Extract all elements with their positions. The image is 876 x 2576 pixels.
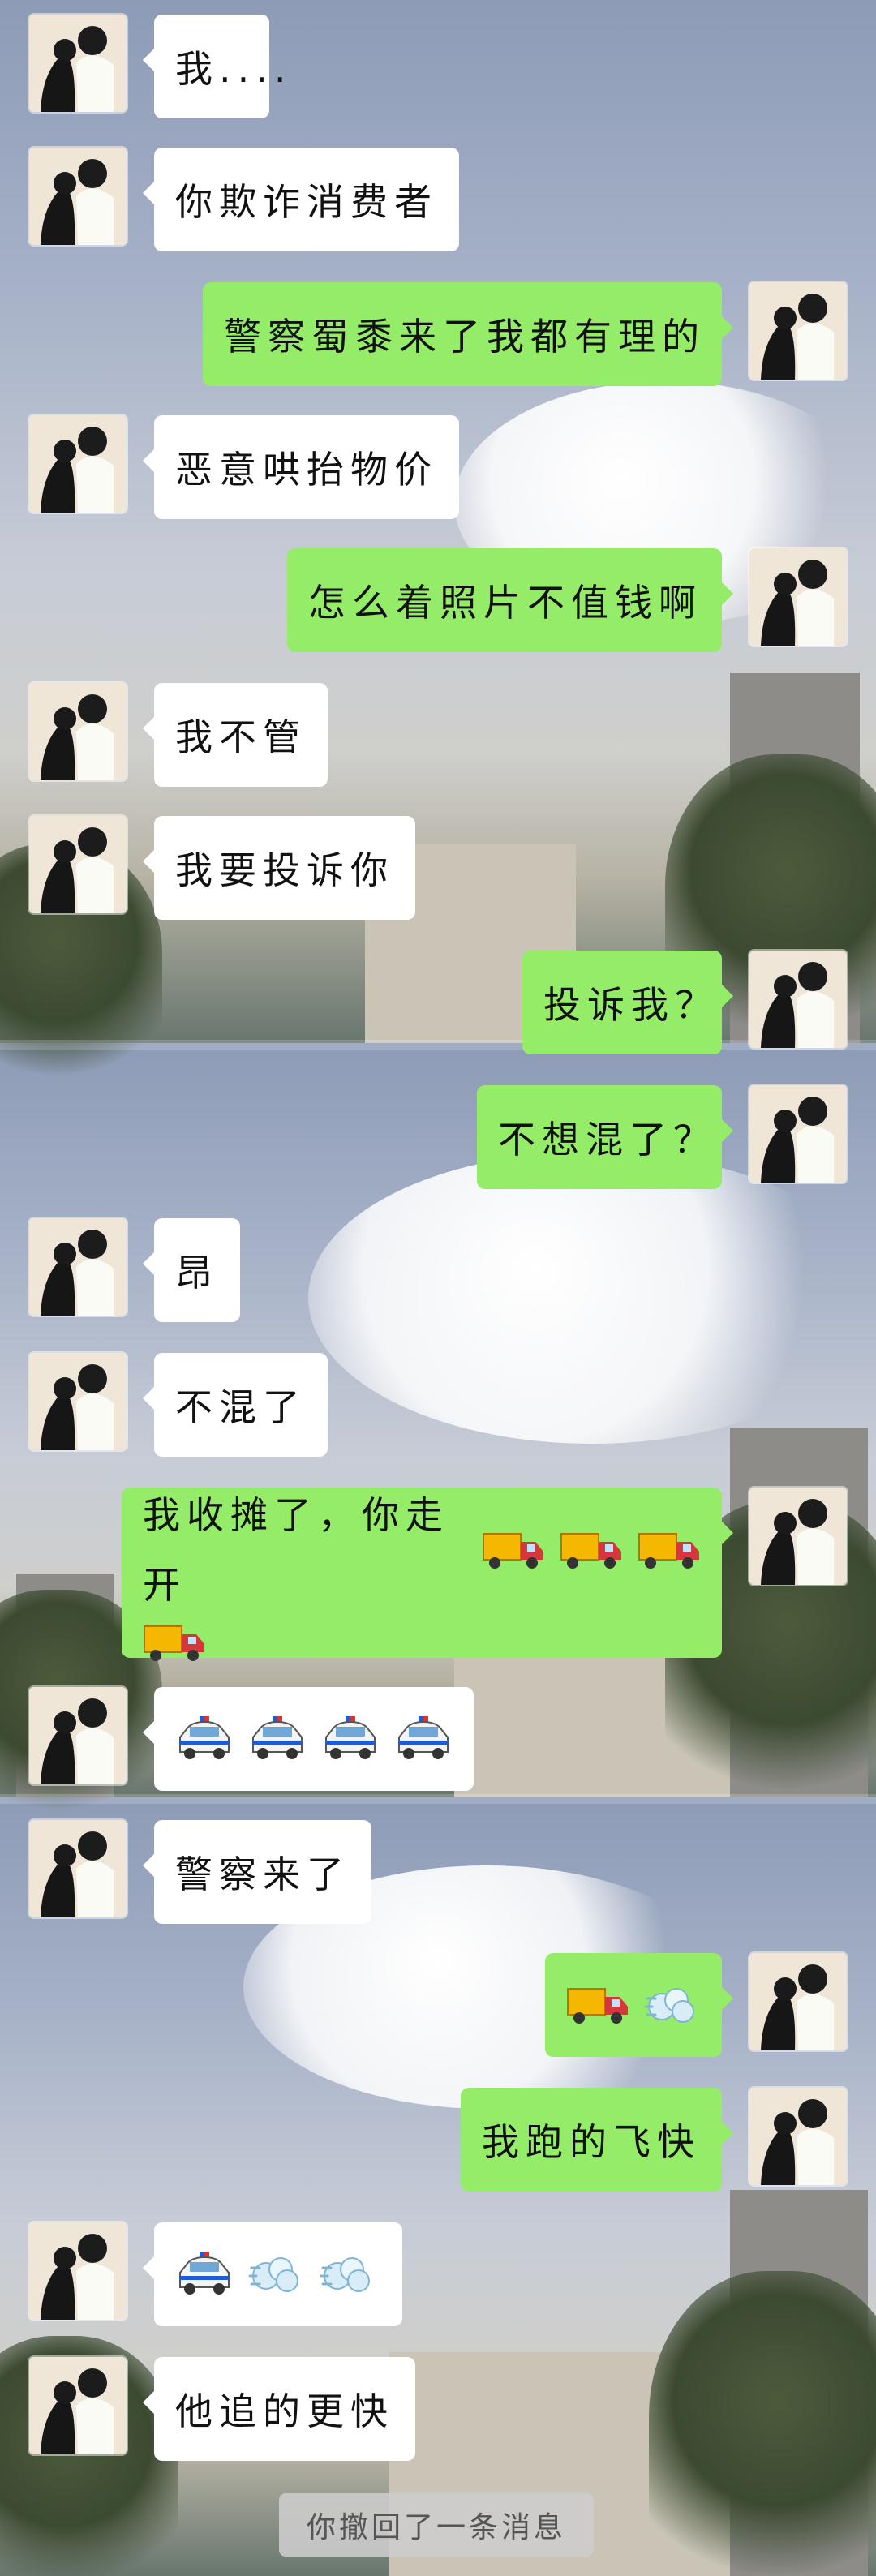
chat-screen: 我.... 你欺诈消费者 警察蜀黍来了我都有理的 恶意哄抬物价 怎么着照片不值钱…	[0, 0, 876, 2576]
dash-cloud-icon	[320, 2257, 370, 2292]
message-bubble[interactable]: 我收摊了，你走开	[122, 1488, 733, 1661]
truck-emoji-group	[482, 1527, 701, 1573]
message-bubble[interactable]	[143, 2222, 402, 2326]
cloud	[308, 1152, 876, 1444]
my-avatar[interactable]	[749, 1953, 847, 2050]
my-avatar[interactable]	[749, 548, 847, 646]
message-bubble[interactable]: 我跑的飞快	[461, 2088, 733, 2192]
screenshot-divider	[0, 1040, 876, 1050]
message-bubble[interactable]: 不混了	[143, 1353, 328, 1457]
contact-avatar[interactable]	[29, 1218, 127, 1316]
message-bubble[interactable]: 怎么着照片不值钱啊	[287, 548, 733, 652]
message-line: 我收摊了，你走开	[143, 1480, 701, 1620]
contact-avatar[interactable]	[29, 2222, 127, 2320]
contact-avatar[interactable]	[29, 148, 127, 245]
trees	[649, 2271, 876, 2576]
message-bubble[interactable]	[143, 1687, 474, 1791]
message-bubble[interactable]: 我不管	[143, 683, 328, 787]
message-bubble[interactable]: 他追的更快	[143, 2357, 415, 2461]
message-bubble[interactable]: 我要投诉你	[143, 816, 415, 920]
message-bubble[interactable]: 警察来了	[143, 1820, 371, 1924]
police-car-icon	[179, 1716, 230, 1759]
recall-notice: 你撤回了一条消息	[279, 2493, 594, 2557]
message-bubble[interactable]: 我....	[143, 15, 286, 118]
contact-avatar[interactable]	[29, 1820, 127, 1917]
contact-avatar[interactable]	[29, 2357, 127, 2454]
my-avatar[interactable]	[749, 2088, 847, 2185]
dash-cloud-icon	[644, 1988, 694, 2023]
my-avatar[interactable]	[749, 951, 847, 1048]
truck-dash-emoji-group	[566, 1982, 701, 2028]
contact-avatar[interactable]	[29, 683, 127, 780]
my-avatar[interactable]	[749, 1488, 847, 1585]
message-text: 我收摊了，你走开	[143, 1493, 449, 1607]
truck-emoji-group	[143, 1620, 206, 1665]
message-bubble[interactable]: 警察蜀黍来了我都有理的	[203, 282, 733, 386]
message-bubble[interactable]: 你欺诈消费者	[143, 148, 459, 251]
police-dash-emoji-group	[175, 2250, 376, 2299]
delivery-truck-icon	[144, 1625, 204, 1661]
contact-avatar[interactable]	[29, 15, 127, 112]
delivery-truck-icon	[483, 1533, 543, 1569]
contact-avatar[interactable]	[29, 1353, 127, 1450]
message-bubble[interactable]: 投诉我？	[522, 951, 733, 1054]
dash-cloud-icon	[248, 2257, 298, 2292]
police-car-icon	[398, 1716, 449, 1759]
delivery-truck-icon	[567, 1988, 628, 2024]
message-bubble[interactable]: 昂	[143, 1218, 240, 1322]
contact-avatar[interactable]	[29, 1687, 127, 1784]
message-bubble[interactable]: 不想混了？	[477, 1085, 733, 1189]
message-bubble[interactable]	[545, 1953, 733, 2057]
contact-avatar[interactable]	[29, 415, 127, 513]
police-car-icon	[325, 1716, 376, 1759]
delivery-truck-icon	[638, 1533, 699, 1569]
delivery-truck-icon	[560, 1533, 621, 1569]
police-car-emoji-group	[175, 1715, 453, 1763]
police-car-icon	[179, 2252, 230, 2295]
police-car-icon	[252, 1716, 303, 1759]
my-avatar[interactable]	[749, 282, 847, 380]
my-avatar[interactable]	[749, 1085, 847, 1183]
contact-avatar[interactable]	[29, 816, 127, 913]
screenshot-divider	[0, 1794, 876, 1804]
message-bubble[interactable]: 恶意哄抬物价	[143, 415, 459, 519]
